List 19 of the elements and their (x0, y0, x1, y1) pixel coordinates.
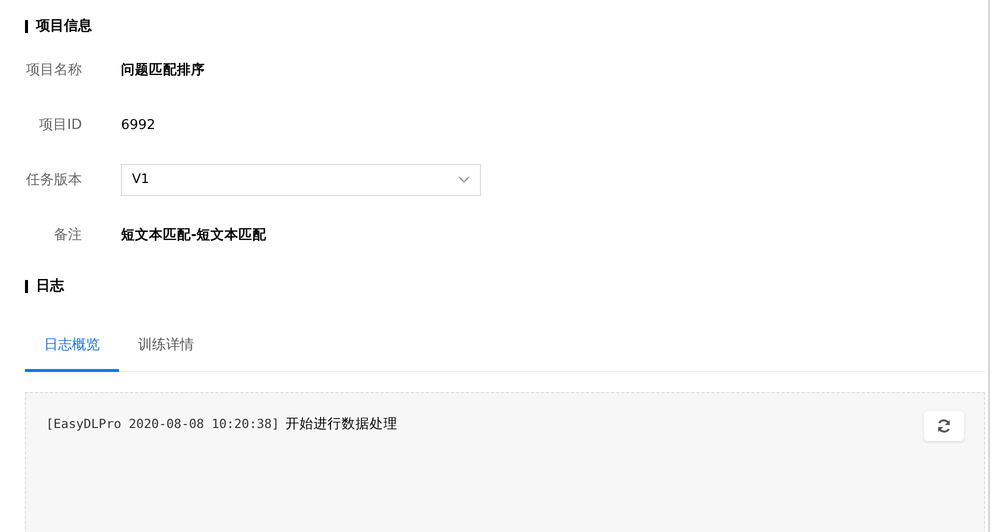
heading-marker (25, 20, 28, 32)
field-label: 项目ID (38, 116, 82, 134)
refresh-button[interactable] (924, 411, 964, 441)
field-value: 6992 (121, 116, 156, 132)
field-value: 短文本匹配-短文本匹配 (121, 226, 267, 244)
field-value: 问题匹配排序 (121, 61, 205, 79)
section-title: 项目信息 (36, 17, 92, 35)
field-label: 项目名称 (25, 61, 82, 79)
heading-marker (25, 280, 28, 292)
version-select[interactable]: V1 (121, 164, 481, 196)
refresh-icon (936, 418, 952, 434)
chevron-down-icon (458, 176, 470, 184)
field-label: 任务版本 (25, 170, 82, 188)
field-label: 备注 (53, 226, 82, 244)
log-message: 开始进行数据处理 (285, 415, 398, 433)
log-timestamp: [EasyDLPro 2020-08-08 10:20:38] (46, 416, 280, 431)
section-title: 日志 (36, 277, 64, 295)
tab[interactable]: 训练详情 (119, 336, 213, 372)
tab[interactable]: 日志概览 (25, 336, 119, 372)
